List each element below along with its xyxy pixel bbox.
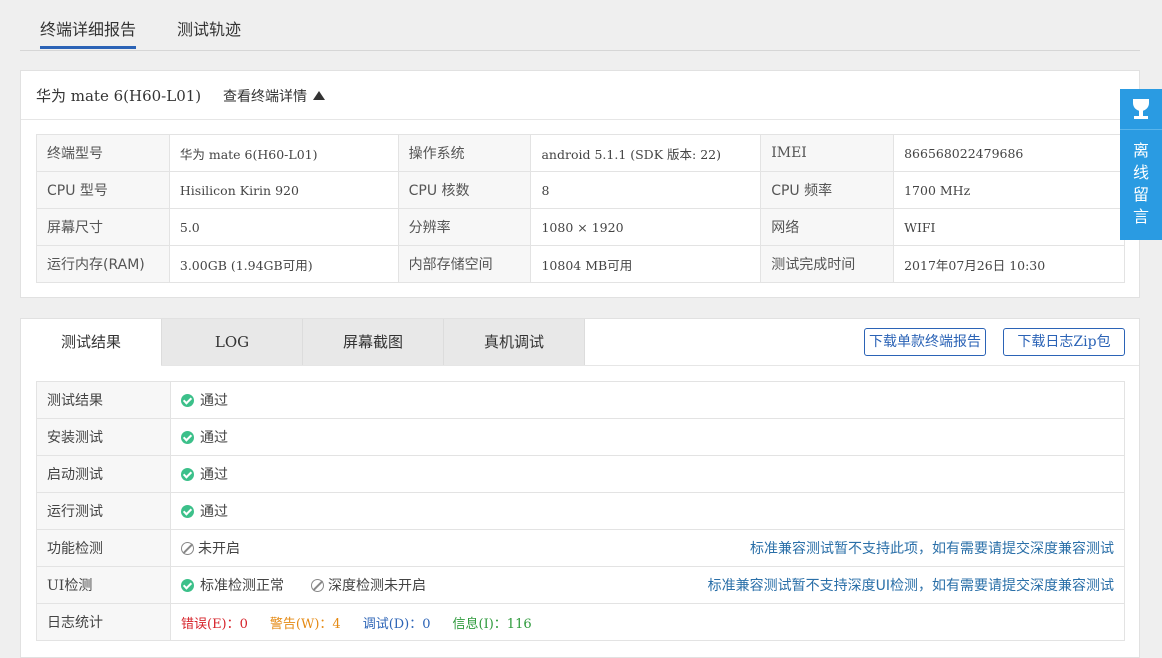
triangle-up-icon (313, 91, 325, 100)
device-title: 华为 mate 6(H60-L01) (36, 87, 202, 105)
check-circle-icon (181, 431, 194, 444)
disabled-icon (181, 542, 194, 555)
info-key: 终端型号 (36, 134, 170, 172)
info-key: 分辨率 (397, 208, 532, 246)
top-tab-bar: 终端详细报告 测试轨迹 (20, 0, 1140, 51)
info-value: WIFI (893, 208, 1125, 246)
table-row: 运行测试 通过 (36, 492, 1125, 530)
check-circle-icon (181, 579, 194, 592)
ui-standard-status: 标准检测正常 (200, 578, 284, 594)
info-key: 操作系统 (397, 134, 532, 172)
check-circle-icon (181, 505, 194, 518)
info-key: CPU 型号 (36, 171, 170, 209)
result-value: 通过 (170, 492, 1125, 530)
table-row: 运行内存(RAM) 3.00GB (1.94GB可用) 内部存储空间 10804… (36, 245, 1125, 283)
info-key: 运行内存(RAM) (36, 245, 170, 283)
info-value: android 5.1.1 (SDK 版本: 22) (530, 134, 762, 172)
function-note: 标准兼容测试暂不支持此项，如有需要请提交深度兼容测试 (750, 541, 1114, 557)
result-key: 启动测试 (36, 455, 171, 493)
result-key: 测试结果 (36, 381, 171, 419)
info-value: 5.0 (168, 208, 399, 246)
result-value: 通过 (170, 381, 1125, 419)
info-key: 测试完成时间 (760, 245, 895, 283)
table-row: 安装测试 通过 (36, 418, 1125, 456)
result-value: 标准检测正常 深度检测未开启 标准兼容测试暂不支持深度UI检测，如有需要请提交深度兼… (170, 566, 1125, 604)
result-status: 通过 (200, 393, 228, 409)
info-key: 内部存储空间 (397, 245, 532, 283)
info-key: 网络 (760, 208, 895, 246)
info-value: Hisilicon Kirin 920 (168, 171, 399, 209)
result-status: 未开启 (198, 541, 240, 557)
result-tab-bar: 测试结果 LOG 屏幕截图 真机调试 下载单款终端报告 下载日志Zip包 (21, 319, 1139, 366)
offline-message-float[interactable]: 离线留言 (1120, 89, 1162, 240)
result-status: 通过 (200, 430, 228, 446)
tab-test-trace[interactable]: 测试轨迹 (177, 16, 241, 40)
device-info-card: 华为 mate 6(H60-L01) 查看终端详情 终端型号 华为 mate 6… (20, 70, 1140, 298)
table-row: CPU 型号 Hisilicon Kirin 920 CPU 核数 8 CPU … (36, 171, 1125, 209)
check-circle-icon (181, 468, 194, 481)
log-info-count: 信息(I)：116 (452, 616, 532, 632)
ui-note: 标准兼容测试暂不支持深度UI检测，如有需要请提交深度兼容测试 (707, 578, 1114, 594)
table-row: 测试结果 通过 (36, 381, 1125, 419)
result-key: 运行测试 (36, 492, 171, 530)
table-row: 功能检测 未开启 标准兼容测试暂不支持此项，如有需要请提交深度兼容测试 (36, 529, 1125, 567)
result-key: 安装测试 (36, 418, 171, 456)
trophy-icon (1120, 89, 1162, 130)
info-value: 1700 MHz (893, 171, 1125, 209)
result-status: 通过 (200, 467, 228, 483)
tab-log[interactable]: LOG (161, 319, 302, 365)
table-row: 启动测试 通过 (36, 455, 1125, 493)
device-card-header: 华为 mate 6(H60-L01) 查看终端详情 (21, 71, 1139, 120)
view-device-detail-link[interactable]: 查看终端详情 (223, 86, 325, 106)
result-value: 通过 (170, 455, 1125, 493)
download-log-zip-button[interactable]: 下载日志Zip包 (1003, 328, 1125, 356)
check-circle-icon (181, 394, 194, 407)
result-value: 未开启 标准兼容测试暂不支持此项，如有需要请提交深度兼容测试 (170, 529, 1125, 567)
log-debug-count: 调试(D)：0 (362, 616, 431, 632)
result-value: 通过 (170, 418, 1125, 456)
info-key: IMEI (760, 134, 895, 172)
tab-test-result[interactable]: 测试结果 (21, 319, 161, 366)
test-result-card: 测试结果 LOG 屏幕截图 真机调试 下载单款终端报告 下载日志Zip包 测试结… (20, 318, 1140, 658)
info-key: 屏幕尺寸 (36, 208, 170, 246)
info-value: 华为 mate 6(H60-L01) (168, 134, 399, 172)
download-report-button[interactable]: 下载单款终端报告 (864, 328, 986, 356)
info-value: 8 (530, 171, 762, 209)
result-table: 测试结果 通过 安装测试 通过 启动测试 通过 运行测试 通过 功能检测 未开启… (36, 381, 1125, 641)
info-value: 3.00GB (1.94GB可用) (168, 245, 399, 283)
tab-device-report[interactable]: 终端详细报告 (40, 16, 137, 49)
log-stats: 错误(E)：0 警告(W)：4 调试(D)：0 信息(I)：116 (170, 603, 1125, 641)
log-error-count: 错误(E)：0 (181, 616, 248, 632)
detail-link-label: 查看终端详情 (223, 89, 307, 105)
result-status: 通过 (200, 504, 228, 520)
tab-device-debug[interactable]: 真机调试 (443, 319, 585, 365)
table-row: UI检测 标准检测正常 深度检测未开启 标准兼容测试暂不支持深度UI检测，如有需要请… (36, 566, 1125, 604)
result-key: 功能检测 (36, 529, 171, 567)
offline-message-label: 离线留言 (1132, 141, 1149, 226)
disabled-icon (311, 579, 324, 592)
table-row: 日志统计 错误(E)：0 警告(W)：4 调试(D)：0 信息(I)：116 (36, 603, 1125, 641)
result-key: UI检测 (36, 566, 171, 604)
device-info-table: 终端型号 华为 mate 6(H60-L01) 操作系统 android 5.1… (36, 134, 1125, 283)
log-warning-count: 警告(W)：4 (269, 616, 341, 632)
info-value: 10804 MB可用 (530, 245, 762, 283)
info-value: 2017年07月26日 10:30 (893, 245, 1125, 283)
info-key: CPU 频率 (760, 171, 895, 209)
tab-screenshots[interactable]: 屏幕截图 (302, 319, 443, 365)
info-value: 1080 × 1920 (530, 208, 762, 246)
table-row: 终端型号 华为 mate 6(H60-L01) 操作系统 android 5.1… (36, 134, 1125, 172)
result-key: 日志统计 (36, 603, 171, 641)
ui-deep-status: 深度检测未开启 (328, 578, 426, 594)
info-key: CPU 核数 (397, 171, 532, 209)
table-row: 屏幕尺寸 5.0 分辨率 1080 × 1920 网络 WIFI (36, 208, 1125, 246)
info-value: 866568022479686 (893, 134, 1125, 172)
